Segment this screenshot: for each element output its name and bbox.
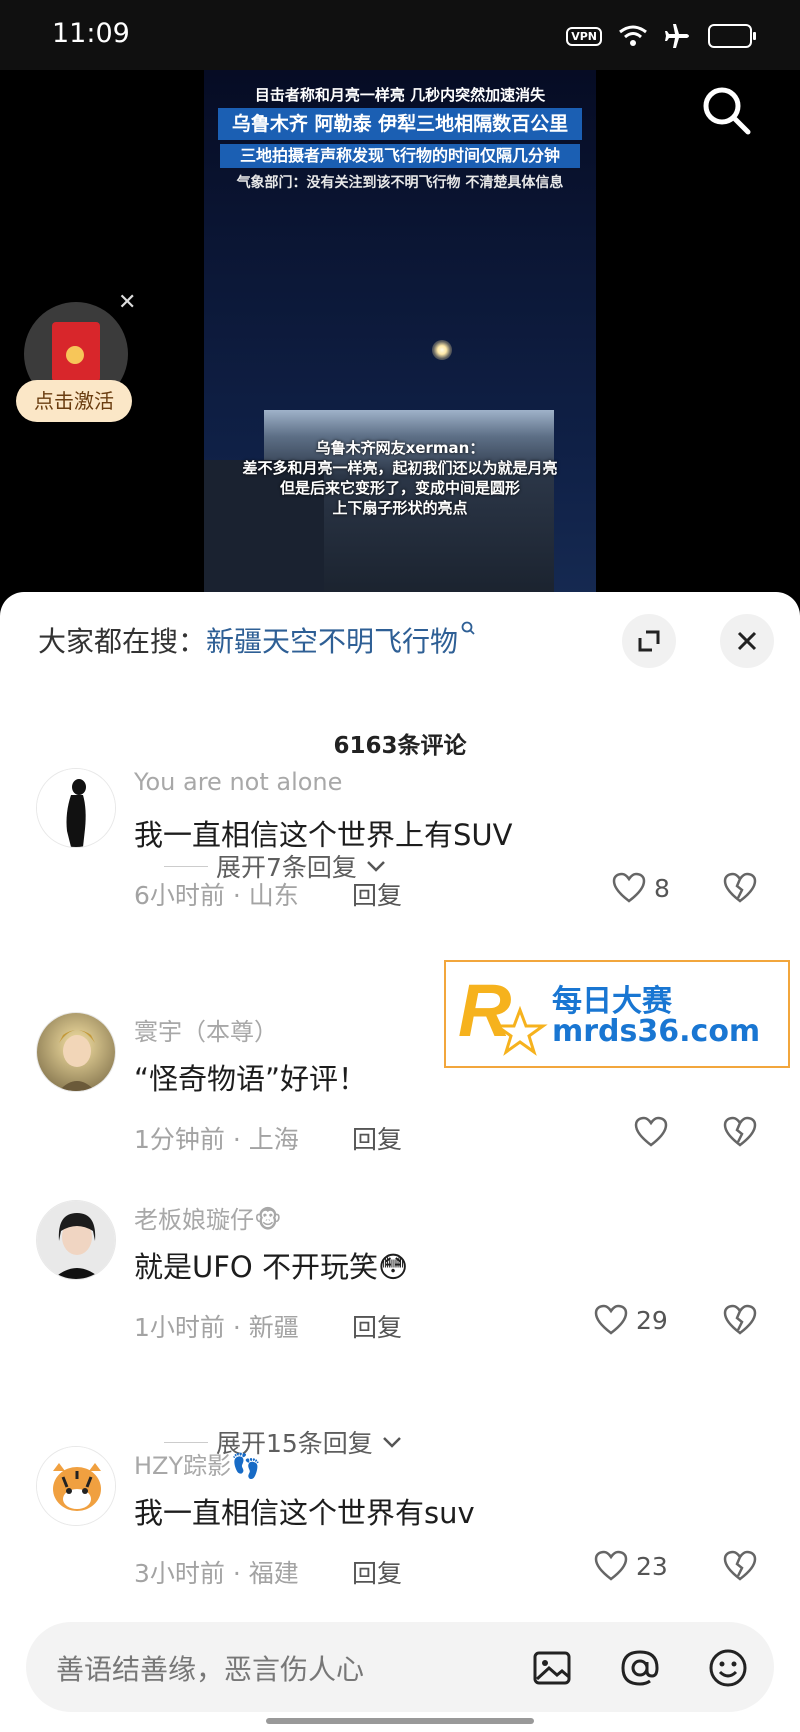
comment-item: HZY踪影👣 我一直相信这个世界有suv 3小时前 · 福建 回复 23 bbox=[0, 1446, 800, 1596]
like-button[interactable] bbox=[634, 1116, 676, 1148]
heart-icon bbox=[594, 1304, 628, 1335]
reply-button[interactable]: 回复 bbox=[352, 1308, 402, 1344]
comment-text: “怪奇物语”好评！ bbox=[134, 1062, 368, 1096]
like-count: 29 bbox=[636, 1305, 668, 1335]
activate-button[interactable]: 点击激活 bbox=[16, 380, 132, 422]
avatar[interactable] bbox=[36, 1200, 116, 1280]
mention-icon[interactable] bbox=[616, 1644, 664, 1692]
expand-replies-button[interactable]: 展开7条回复 bbox=[164, 848, 387, 884]
expand-replies-label: 展开7条回复 bbox=[216, 853, 357, 882]
search-small-icon bbox=[461, 621, 475, 635]
svg-text:R: R bbox=[458, 970, 511, 1052]
close-icon bbox=[737, 631, 757, 651]
broken-heart-icon[interactable] bbox=[722, 1304, 758, 1336]
headline-line-4: 气象部门：没有关注到该不明飞行物 不清楚具体信息 bbox=[236, 175, 564, 191]
comment-meta: 1分钟前 · 上海 bbox=[134, 1125, 299, 1154]
battery-icon bbox=[708, 24, 756, 48]
like-button[interactable]: 8 bbox=[612, 872, 670, 904]
comment-meta: 3小时前 · 福建 bbox=[134, 1559, 299, 1588]
broken-heart-icon[interactable] bbox=[722, 872, 758, 904]
comment-input[interactable]: 善语结善缘，恶言伤人心 bbox=[26, 1622, 774, 1712]
fullscreen-expand-button[interactable] bbox=[622, 614, 676, 668]
vpn-icon: VPN bbox=[566, 26, 602, 46]
comment-item: 老板娘璇仔🐵 就是UFO 不开玩笑😳 1小时前 · 新疆 回复 29 bbox=[0, 1200, 800, 1350]
headline-line-2: 乌鲁木齐 阿勒泰 伊犁三地相隔数百公里 bbox=[218, 108, 582, 140]
video-caption: 乌鲁木齐网友xerman： 差不多和月亮一样亮，起初我们还以为就是月亮 但是后来… bbox=[204, 438, 596, 518]
comment-text: 就是UFO 不开玩笑😳 bbox=[134, 1250, 409, 1284]
comment-username[interactable]: You are not alone bbox=[134, 768, 342, 796]
promo-close-icon[interactable]: ✕ bbox=[118, 290, 136, 315]
comment-text: 我一直相信这个世界有suv bbox=[134, 1496, 475, 1530]
video-player[interactable]: 目击者称和月亮一样亮 几秒内突然加速消失 乌鲁木齐 阿勒泰 伊犁三地相隔数百公里… bbox=[0, 70, 800, 610]
comment-meta: 1小时前 · 新疆 bbox=[134, 1313, 299, 1342]
watermark-url: mrds36.com bbox=[552, 1014, 761, 1049]
watermark-logo: R 每日大赛 mrds36.com bbox=[444, 960, 790, 1068]
reply-button[interactable]: 回复 bbox=[352, 1120, 402, 1156]
comment-sheet: 大家都在搜：新疆天空不明飞行物 6163条评论 You are not alon… bbox=[0, 592, 800, 1732]
comment-item: You are not alone 我一直相信这个世界上有SUV 6小时前 · … bbox=[0, 768, 800, 918]
reply-button[interactable]: 回复 bbox=[352, 1554, 402, 1590]
status-bar: 11:09 VPN bbox=[0, 0, 800, 70]
like-count: 23 bbox=[636, 1551, 668, 1581]
video-frame[interactable]: 目击者称和月亮一样亮 几秒内突然加速消失 乌鲁木齐 阿勒泰 伊犁三地相隔数百公里… bbox=[204, 70, 596, 610]
comment-username[interactable]: HZY踪影👣 bbox=[134, 1446, 261, 1481]
heart-icon bbox=[634, 1116, 668, 1147]
caption-line: 但是后来它变形了，变成中间是圆形 bbox=[279, 479, 520, 497]
headline-line-3: 三地拍摄者声称发现飞行物的时间仅隔几分钟 bbox=[220, 144, 580, 168]
search-icon[interactable] bbox=[698, 82, 754, 138]
broken-heart-icon[interactable] bbox=[722, 1116, 758, 1148]
avatar[interactable] bbox=[36, 1446, 116, 1526]
caption-line: 乌鲁木齐网友xerman： bbox=[315, 439, 485, 457]
avatar[interactable] bbox=[36, 768, 116, 848]
comment-username[interactable]: 老板娘璇仔🐵 bbox=[134, 1200, 282, 1235]
trending-search[interactable]: 大家都在搜：新疆天空不明飞行物 bbox=[38, 620, 476, 660]
comment-username[interactable]: 寰宇（本尊） bbox=[134, 1012, 278, 1047]
heart-icon bbox=[612, 872, 646, 903]
avatar[interactable] bbox=[36, 1012, 116, 1092]
close-comments-button[interactable] bbox=[720, 614, 774, 668]
like-button[interactable]: 29 bbox=[594, 1304, 668, 1336]
expand-icon bbox=[638, 630, 660, 652]
logo-icon: R bbox=[458, 970, 548, 1056]
chevron-down-icon bbox=[367, 861, 385, 872]
caption-line: 差不多和月亮一样亮，起初我们还以为就是月亮 bbox=[242, 459, 558, 477]
status-icons: VPN bbox=[566, 22, 756, 50]
airplane-mode-icon bbox=[665, 24, 689, 48]
like-count: 8 bbox=[654, 873, 670, 903]
trending-prefix: 大家都在搜： bbox=[38, 625, 207, 658]
comment-input-placeholder: 善语结善缘，恶言伤人心 bbox=[56, 1653, 365, 1686]
trending-term-link[interactable]: 新疆天空不明飞行物 bbox=[206, 625, 458, 658]
ufo-light bbox=[432, 340, 452, 360]
like-button[interactable]: 23 bbox=[594, 1550, 668, 1582]
emoji-icon[interactable] bbox=[704, 1644, 752, 1692]
heart-icon bbox=[594, 1550, 628, 1581]
status-time: 11:09 bbox=[52, 18, 130, 49]
headline-line-1: 目击者称和月亮一样亮 几秒内突然加速消失 bbox=[254, 86, 546, 104]
caption-line: 上下扇子形状的亮点 bbox=[332, 499, 468, 517]
home-indicator[interactable] bbox=[266, 1718, 534, 1724]
wifi-icon bbox=[619, 25, 647, 46]
image-icon[interactable] bbox=[528, 1644, 576, 1692]
broken-heart-icon[interactable] bbox=[722, 1550, 758, 1582]
comment-count: 6163条评论 bbox=[333, 733, 467, 759]
